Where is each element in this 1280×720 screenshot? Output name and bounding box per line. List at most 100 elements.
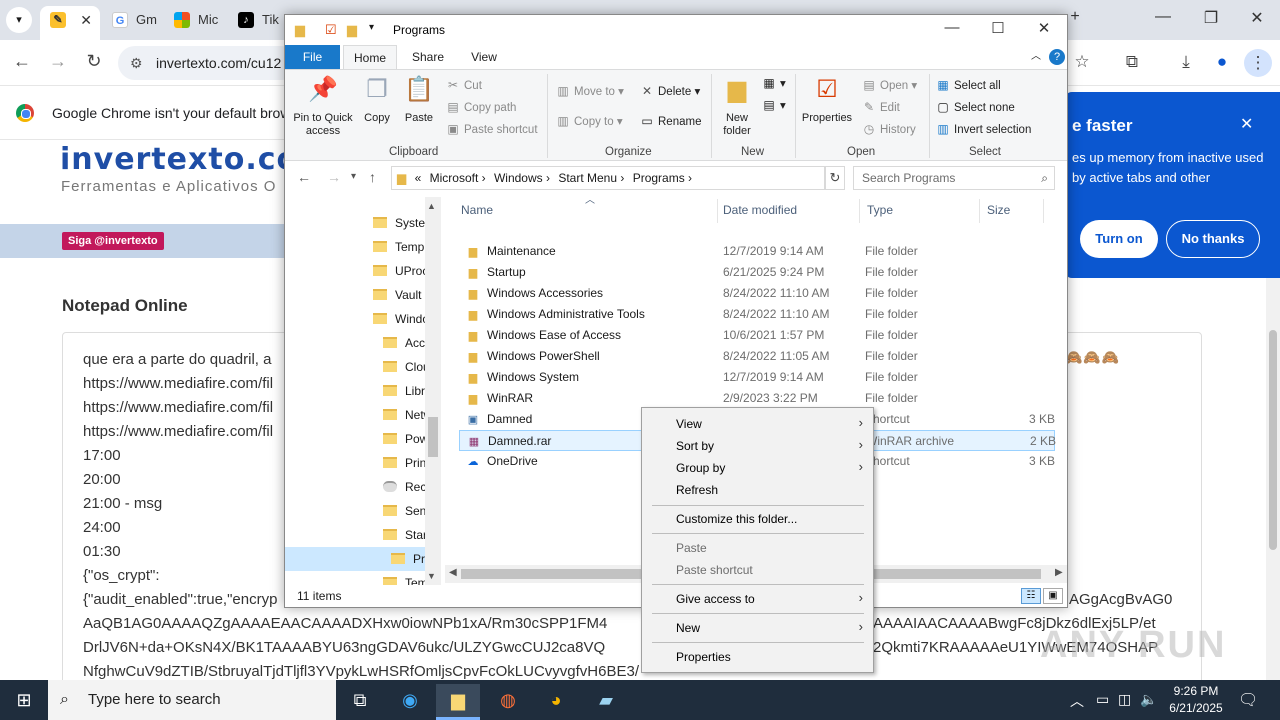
cut-button[interactable]: ✂ Cut [445, 78, 482, 92]
network-icon[interactable]: ▭ [1096, 691, 1109, 708]
search-input[interactable]: Search Programs ⌕ [853, 166, 1055, 190]
menu-item-paste-shortcut[interactable]: Paste shortcut [676, 563, 753, 577]
minimize-icon[interactable]: — [1140, 8, 1186, 26]
copy-to-button[interactable]: ▥ Copy to ▾ [555, 114, 622, 128]
copy-button[interactable]: ❐ Copy [359, 76, 395, 125]
menu-item-customize[interactable]: Customize this folder... [676, 512, 797, 526]
tree-item-selected[interactable]: Pro [285, 547, 432, 571]
forward-icon[interactable]: → [46, 51, 70, 72]
volume-icon[interactable]: 🔈 [1140, 691, 1157, 708]
file-row[interactable]: ▆ Startup 6/21/2025 9:24 PM File folder [459, 262, 1055, 283]
recent-locations-icon[interactable]: ▾ [351, 171, 356, 182]
tree-item[interactable]: Print [383, 451, 430, 475]
no-thanks-button[interactable]: No thanks [1166, 220, 1260, 258]
back-icon[interactable]: ← [297, 169, 311, 185]
select-all-button[interactable]: ▦ Select all [935, 78, 1000, 92]
taskbar-search-input[interactable]: ⌕ Type here to search [48, 680, 336, 720]
tab-file[interactable]: File [285, 45, 340, 69]
menu-item-sort-by[interactable]: Sort by [676, 439, 714, 453]
details-view-icon[interactable]: ☷ [1021, 588, 1041, 604]
file-row[interactable]: ▆ Windows Administrative Tools 8/24/2022 1… [459, 304, 1055, 325]
file-row[interactable]: ▆ Maintenance 12/7/2019 9:14 AM File folder [459, 241, 1055, 262]
menu-kebab-icon[interactable]: ⋮ [1244, 49, 1272, 77]
breadcrumb-start-menu[interactable]: Start Menu [558, 171, 617, 185]
tab-view[interactable]: View [459, 45, 509, 69]
close-icon[interactable]: ✕ [1021, 19, 1067, 37]
minimize-icon[interactable]: — [929, 19, 975, 36]
file-row[interactable]: ▆ Windows PowerShell 8/24/2022 11:05 AM Fil… [459, 346, 1055, 367]
wifi-icon[interactable]: ◫ [1118, 691, 1131, 708]
edit-button[interactable]: ✎ Edit [861, 100, 900, 114]
reload-icon[interactable]: ↻ [82, 51, 106, 72]
scroll-left-icon[interactable]: ◀ [449, 567, 457, 578]
properties-quick-icon[interactable]: ☑ [325, 22, 337, 38]
open-button[interactable]: ▤ Open ▾ [861, 78, 917, 92]
browser-tab-google[interactable]: G Gm [102, 6, 162, 40]
breadcrumb-microsoft[interactable]: Microsoft [430, 171, 479, 185]
breadcrumb-windows[interactable]: Windows [494, 171, 543, 185]
downloads-icon[interactable]: ⤓ [1174, 52, 1198, 72]
tab-share[interactable]: Share [403, 45, 453, 69]
tree-item[interactable]: UProc [373, 259, 428, 283]
properties-button[interactable]: ☑ Properties [799, 76, 855, 125]
breadcrumb-programs[interactable]: Programs [633, 171, 685, 185]
close-icon[interactable]: ✕ [1240, 114, 1253, 134]
navigation-pane[interactable]: Syster Temp UProc Vault Windo Acce Clou … [285, 197, 441, 585]
windows-start-icon[interactable]: ⊞ [2, 684, 46, 720]
select-none-button[interactable]: ▢ Select none [935, 100, 1014, 114]
scroll-thumb[interactable] [428, 417, 438, 457]
history-button[interactable]: ◷ History [861, 122, 916, 136]
close-tab-icon[interactable]: ✕ [80, 6, 92, 34]
close-window-icon[interactable]: ✕ [1234, 8, 1280, 28]
menu-item-view[interactable]: View [676, 417, 702, 431]
follow-button[interactable]: Siga @invertexto [62, 232, 164, 250]
column-divider[interactable] [1043, 199, 1044, 223]
scroll-right-icon[interactable]: ▶ [1055, 567, 1063, 578]
show-hidden-icons-icon[interactable]: ︿ [1070, 691, 1084, 711]
column-size[interactable]: Size [987, 203, 1010, 217]
browser-tab-notepad[interactable]: ✎ ✕ [40, 6, 100, 40]
tree-scrollbar[interactable]: ▲ ▼ [425, 197, 441, 585]
menu-item-group-by[interactable]: Group by [676, 461, 725, 475]
copy-path-button[interactable]: ▤ Copy path [445, 100, 516, 114]
column-name[interactable]: Name [461, 203, 493, 217]
invert-selection-button[interactable]: ▥ Invert selection [935, 122, 1031, 136]
browser-tab-microsoft[interactable]: Mic [164, 6, 224, 40]
firefox-icon[interactable]: ◍ [486, 684, 530, 720]
collapse-ribbon-icon[interactable]: ︿ [1029, 45, 1043, 69]
paste-button[interactable]: 📋 Paste [401, 76, 437, 125]
menu-item-properties[interactable]: Properties [676, 650, 731, 664]
menu-item-paste[interactable]: Paste [676, 541, 707, 555]
tree-item[interactable]: Temp [373, 235, 424, 259]
turn-on-button[interactable]: Turn on [1080, 220, 1158, 258]
browser-tab-tiktok[interactable]: ♪ Tik [228, 6, 284, 40]
address-bar[interactable]: ⚙ invertexto.com/cu12 [118, 46, 298, 80]
address-prefix[interactable]: « [415, 171, 422, 185]
move-to-button[interactable]: ▥ Move to ▾ [555, 84, 624, 98]
maximize-icon[interactable]: ☐ [975, 19, 1021, 37]
tree-item[interactable]: Pow [383, 427, 428, 451]
column-divider[interactable] [717, 199, 718, 223]
task-view-icon[interactable]: ⧉ [338, 684, 382, 720]
column-divider[interactable] [979, 199, 980, 223]
tree-item[interactable]: Start [383, 523, 430, 547]
rename-button[interactable]: ▭ Rename [639, 114, 701, 128]
new-folder-button[interactable]: ▆ New folder [717, 76, 757, 138]
restore-icon[interactable]: ❐ [1188, 8, 1234, 28]
file-row[interactable]: ▆ WinRAR 2/9/2023 3:22 PM File folder [459, 388, 1055, 409]
profile-icon[interactable]: ● [1210, 52, 1234, 72]
refresh-icon[interactable]: ↻ [825, 166, 845, 190]
back-icon[interactable]: ← [10, 51, 34, 72]
extensions-icon[interactable]: ⧉ [1120, 52, 1144, 72]
up-icon[interactable]: ↑ [369, 169, 376, 185]
file-row[interactable]: ▆ Windows Accessories 8/24/2022 11:10 AM Fi… [459, 283, 1055, 304]
tree-item[interactable]: Tem [383, 571, 428, 585]
pin-quick-access-button[interactable]: 📌 Pin to Quick access [289, 76, 357, 138]
chrome-icon[interactable]: ◕ [534, 684, 578, 720]
tab-search-dropdown[interactable]: ▾ [6, 7, 32, 33]
tree-item[interactable]: Vault [373, 283, 421, 307]
address-box[interactable]: ▆ « Microsoft › Windows › Start Menu › P… [391, 166, 825, 190]
menu-item-new[interactable]: New [676, 621, 700, 635]
scroll-thumb[interactable] [1269, 330, 1277, 550]
column-date[interactable]: Date modified [723, 203, 797, 217]
